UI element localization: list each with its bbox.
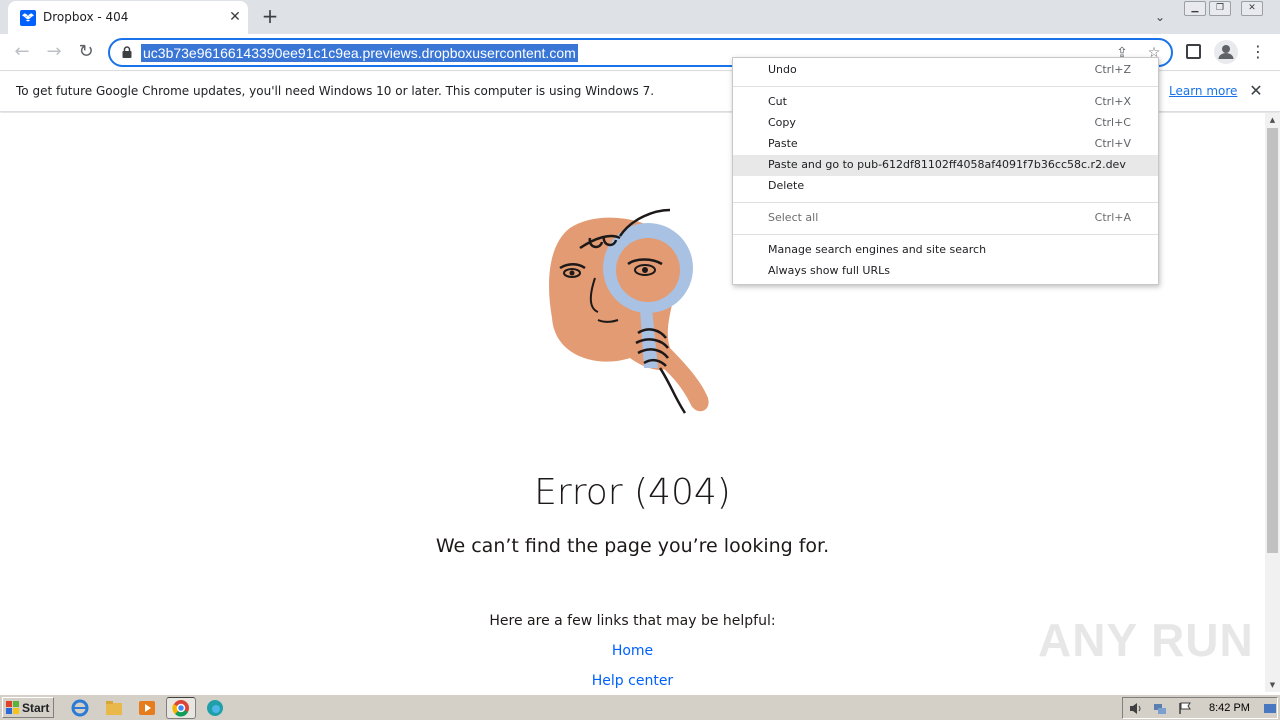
menu-item-label: Cut	[768, 95, 787, 108]
start-button[interactable]: Start	[2, 697, 54, 718]
tab-dropbox-404[interactable]: Dropbox - 404 ✕	[8, 1, 248, 34]
tab-search-chevron-icon[interactable]: ⌄	[1150, 7, 1170, 27]
menu-item-copy[interactable]: Copy Ctrl+C	[733, 113, 1158, 134]
menu-separator	[733, 202, 1158, 203]
menu-item-label: Undo	[768, 63, 797, 76]
menu-item-shortcut: Ctrl+C	[1094, 116, 1131, 129]
menu-item-label: Copy	[768, 116, 796, 129]
dropbox-favicon-icon	[20, 10, 36, 26]
menu-item-undo[interactable]: Undo Ctrl+Z	[733, 60, 1158, 81]
lock-icon	[122, 46, 132, 58]
scroll-up-icon[interactable]: ▲	[1265, 113, 1280, 127]
scroll-down-icon[interactable]: ▼	[1265, 678, 1280, 692]
menu-item-shortcut: Ctrl+X	[1094, 95, 1131, 108]
forward-arrow-icon[interactable]: →	[42, 41, 66, 65]
windows-taskbar: Start 8:42 PM	[0, 694, 1280, 720]
menu-item-shortcut: Ctrl+A	[1094, 211, 1131, 224]
context-menu: Undo Ctrl+Z Cut Ctrl+X Copy Ctrl+C Paste…	[732, 57, 1159, 285]
back-arrow-icon[interactable]: ←	[10, 41, 34, 65]
system-tray: 8:42 PM	[1122, 697, 1278, 719]
start-label: Start	[22, 701, 50, 715]
side-panel-icon[interactable]	[1186, 44, 1201, 59]
profile-avatar-icon[interactable]	[1214, 40, 1238, 64]
tab-close-icon[interactable]: ✕	[225, 7, 245, 27]
menu-item-paste-and-go[interactable]: Paste and go to pub-612df81102ff4058af40…	[733, 155, 1158, 176]
menu-item-shortcut: Ctrl+Z	[1094, 63, 1131, 76]
info-bar-message: To get future Google Chrome updates, you…	[16, 84, 655, 98]
menu-separator	[733, 234, 1158, 235]
volume-icon[interactable]	[1129, 702, 1143, 715]
tab-strip: Dropbox - 404 ✕ + ⌄ ▁ ❐ ✕	[0, 0, 1280, 34]
new-tab-button[interactable]: +	[258, 5, 282, 29]
page-scrollbar[interactable]: ▲ ▼	[1265, 113, 1280, 692]
chrome-icon	[172, 700, 189, 717]
menu-separator	[733, 86, 1158, 87]
help-center-link[interactable]: Help center	[0, 673, 1265, 689]
menu-item-cut[interactable]: Cut Ctrl+X	[733, 92, 1158, 113]
menu-item-label: Paste and go to pub-612df81102ff4058af40…	[768, 158, 1126, 171]
menu-kebab-icon[interactable]: ⋮	[1250, 42, 1266, 62]
menu-item-shortcut: Ctrl+V	[1094, 137, 1131, 150]
info-bar-close-icon[interactable]: ✕	[1246, 81, 1266, 101]
minimize-button[interactable]: ▁	[1184, 1, 1206, 16]
scroll-thumb[interactable]	[1267, 128, 1278, 553]
network-icon[interactable]	[1153, 702, 1167, 715]
close-window-button[interactable]: ✕	[1241, 1, 1263, 16]
tab-title: Dropbox - 404	[43, 10, 129, 24]
menu-item-paste[interactable]: Paste Ctrl+V	[733, 134, 1158, 155]
error-subtitle: We can’t find the page you’re looking fo…	[435, 535, 830, 557]
learn-more-link[interactable]: Learn more	[1169, 84, 1237, 98]
internet-explorer-icon[interactable]	[70, 698, 90, 718]
menu-item-delete[interactable]: Delete	[733, 176, 1158, 197]
magnifier-face-illustration	[549, 208, 709, 414]
url-text[interactable]: uc3b73e96166143390ee91c1c9ea.previews.dr…	[141, 44, 578, 62]
restore-button[interactable]: ❐	[1209, 1, 1231, 16]
media-player-icon[interactable]	[137, 698, 157, 718]
menu-item-label: Delete	[768, 179, 805, 192]
chrome-taskbar-button[interactable]	[166, 697, 196, 719]
menu-item-label: Always show full URLs	[768, 264, 890, 277]
menu-item-label: Paste	[768, 137, 798, 150]
menu-item-manage-search-engines[interactable]: Manage search engines and site search	[733, 240, 1158, 261]
menu-item-label: Select all	[768, 211, 819, 224]
menu-item-always-show-full-urls[interactable]: Always show full URLs	[733, 261, 1158, 282]
file-explorer-icon[interactable]	[104, 698, 124, 718]
menu-item-label: Manage search engines and site search	[768, 243, 987, 256]
reload-icon[interactable]: ↻	[74, 41, 98, 65]
error-title: Error (404)	[534, 472, 731, 513]
show-desktop-icon[interactable]	[1263, 702, 1277, 715]
windows-logo-icon	[6, 701, 19, 714]
action-center-flag-icon[interactable]	[1178, 702, 1192, 715]
menu-item-select-all[interactable]: Select all Ctrl+A	[733, 208, 1158, 229]
edge-icon[interactable]	[205, 698, 225, 718]
anyrun-watermark: ANY RUN	[1038, 614, 1254, 666]
taskbar-clock[interactable]: 8:42 PM	[1209, 702, 1250, 714]
